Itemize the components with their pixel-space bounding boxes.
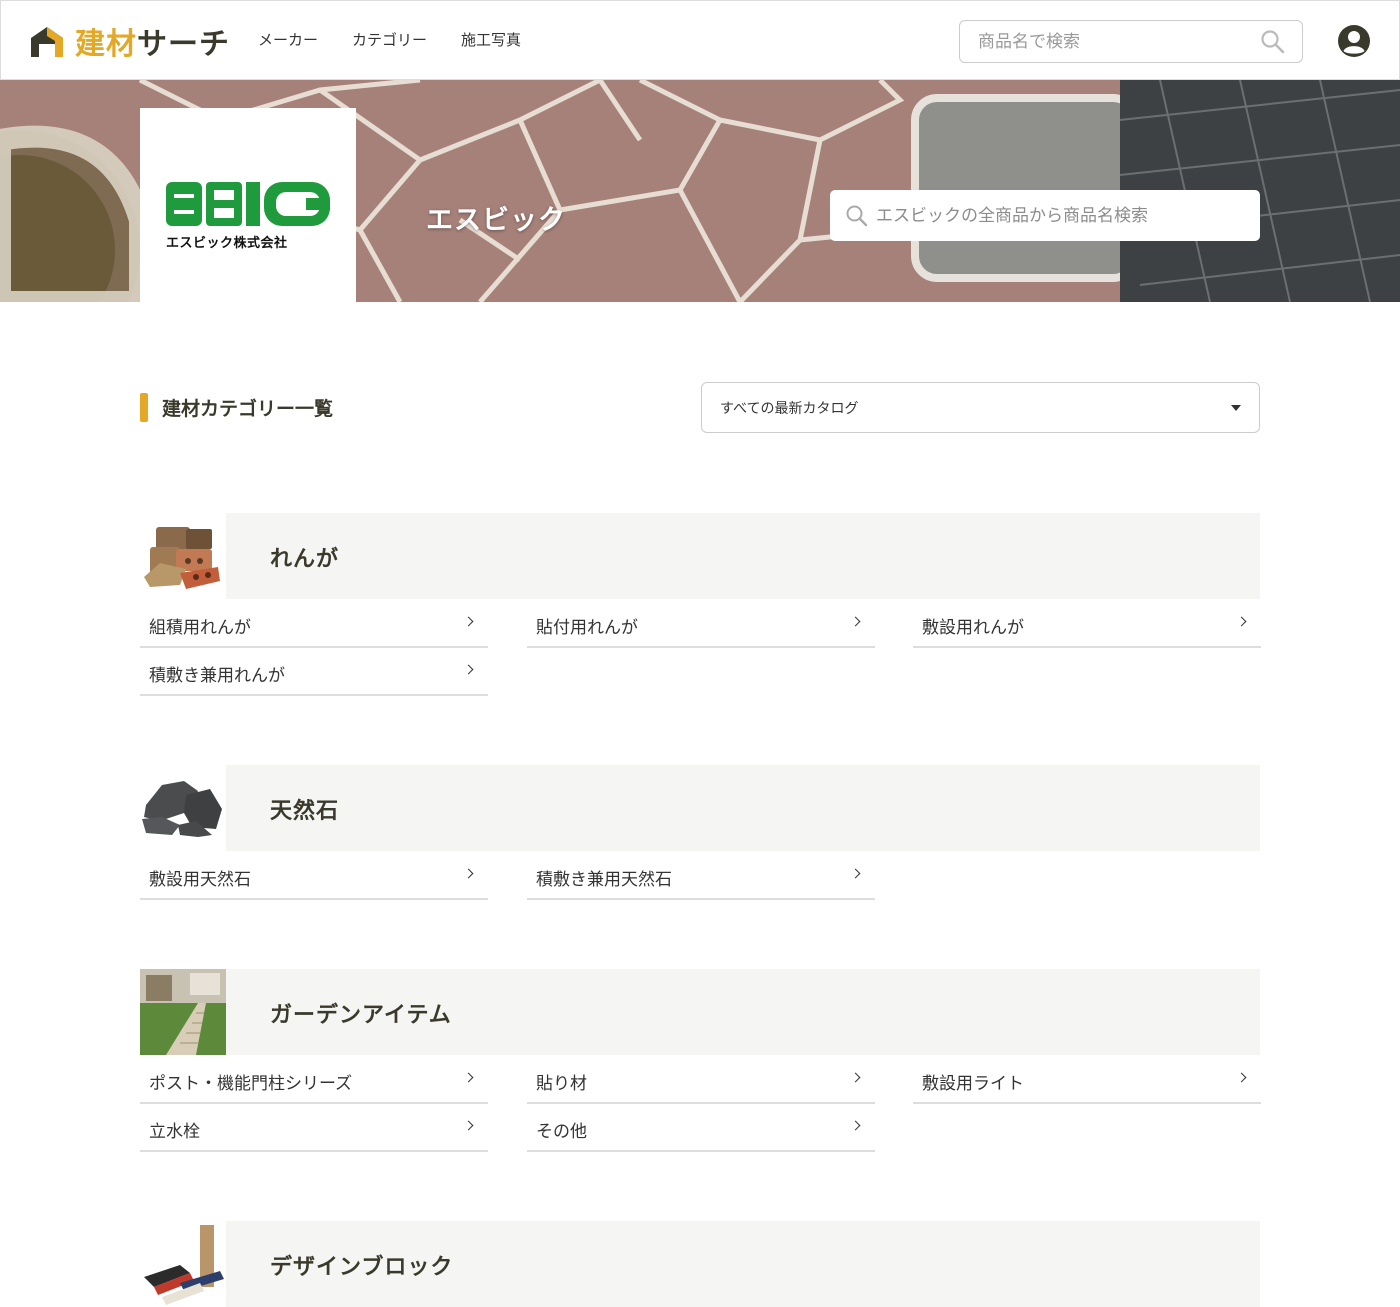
chevron-right-icon bbox=[463, 616, 474, 627]
chevron-right-icon bbox=[850, 616, 861, 627]
category-block-design-block: デザインブロック bbox=[140, 1221, 1260, 1307]
category-link-label: 貼付用れんが bbox=[536, 618, 638, 638]
header-search bbox=[959, 20, 1303, 63]
category-link-label: 貼り材 bbox=[536, 1074, 587, 1094]
category-link[interactable]: 敷設用天然石 bbox=[140, 851, 488, 900]
category-block-garden-items: ガーデンアイテム ポスト・機能門柱シリーズ 貼り材 敷設用ライト 立水栓 その他 bbox=[140, 969, 1261, 1152]
header-search-input[interactable] bbox=[960, 21, 1240, 62]
category-link[interactable]: ポスト・機能門柱シリーズ bbox=[140, 1055, 488, 1104]
chevron-right-icon bbox=[463, 868, 474, 879]
user-circle-icon[interactable] bbox=[1337, 24, 1371, 58]
category-thumbnail-garden bbox=[140, 969, 226, 1055]
category-thumbnail-stone bbox=[140, 765, 226, 851]
category-link[interactable]: 貼り材 bbox=[527, 1055, 875, 1104]
maker-name: エスビック bbox=[426, 205, 566, 236]
category-thumbnail-brick bbox=[140, 513, 226, 599]
chevron-right-icon bbox=[463, 664, 474, 675]
category-link[interactable]: 敷設用れんが bbox=[913, 599, 1261, 648]
category-list-title: 建材カテゴリー一覧 bbox=[162, 398, 334, 420]
category-link-label: 敷設用れんが bbox=[922, 618, 1024, 638]
maker-hero: エスビック株式会社 エスビック bbox=[0, 80, 1400, 302]
search-icon[interactable] bbox=[1260, 29, 1286, 55]
category-link-label: 積敷き兼用れんが bbox=[149, 666, 285, 686]
category-block-natural-stone: 天然石 敷設用天然石 積敷き兼用天然石 bbox=[140, 765, 1260, 900]
nav-category[interactable]: カテゴリー bbox=[352, 29, 427, 50]
nav-maker[interactable]: メーカー bbox=[258, 29, 318, 50]
category-link-label: 立水栓 bbox=[149, 1122, 200, 1142]
maker-search bbox=[830, 190, 1260, 241]
category-link[interactable]: 積敷き兼用天然石 bbox=[527, 851, 875, 900]
category-title: 天然石 bbox=[270, 799, 340, 824]
catalog-select-value: すべての最新カタログ bbox=[720, 401, 859, 417]
chevron-right-icon bbox=[850, 1072, 861, 1083]
chevron-right-icon bbox=[463, 1120, 474, 1131]
category-list-heading: 建材カテゴリー一覧 bbox=[140, 393, 333, 422]
nav-photos[interactable]: 施工写真 bbox=[461, 29, 521, 50]
category-header[interactable]: れんが bbox=[140, 513, 1260, 599]
chevron-right-icon bbox=[850, 1120, 861, 1131]
logo-text-accent: 建材 bbox=[75, 27, 137, 62]
category-link-label: 積敷き兼用天然石 bbox=[536, 870, 672, 890]
maker-logo-subtext: エスビック株式会社 bbox=[166, 236, 288, 251]
site-logo[interactable]: 建材サーチ bbox=[27, 19, 230, 63]
category-link-label: 敷設用ライト bbox=[922, 1074, 1024, 1094]
category-link-label: その他 bbox=[536, 1122, 587, 1142]
maker-logo-box: エスビック株式会社 bbox=[140, 108, 356, 302]
chevron-right-icon bbox=[1236, 1072, 1247, 1083]
logo-text-dark: サーチ bbox=[137, 27, 230, 62]
category-header[interactable]: 天然石 bbox=[140, 765, 1260, 851]
category-title: デザインブロック bbox=[270, 1255, 454, 1280]
main-nav: メーカー カテゴリー 施工写真 bbox=[258, 29, 555, 50]
category-link[interactable]: 貼付用れんが bbox=[527, 599, 875, 648]
chevron-right-icon bbox=[850, 868, 861, 879]
sbic-logo bbox=[166, 182, 330, 226]
site-header: 建材サーチ メーカー カテゴリー 施工写真 bbox=[0, 0, 1400, 80]
chevron-right-icon bbox=[1236, 616, 1247, 627]
category-link-label: ポスト・機能門柱シリーズ bbox=[149, 1074, 353, 1094]
category-link[interactable]: 敷設用ライト bbox=[913, 1055, 1261, 1104]
category-link[interactable]: その他 bbox=[527, 1103, 875, 1152]
category-block-renga: れんが 組積用れんが 貼付用れんが 敷設用れんが 積敷き兼用れんが bbox=[140, 513, 1261, 696]
caret-down-icon bbox=[1231, 405, 1241, 411]
category-link[interactable]: 組積用れんが bbox=[140, 599, 488, 648]
category-band bbox=[226, 765, 1260, 851]
logo-text: 建材サーチ bbox=[75, 19, 230, 63]
category-link[interactable]: 立水栓 bbox=[140, 1103, 488, 1152]
category-header[interactable]: デザインブロック bbox=[140, 1221, 1260, 1307]
category-link-label: 敷設用天然石 bbox=[149, 870, 251, 890]
heading-accent-bar bbox=[140, 393, 148, 422]
category-header[interactable]: ガーデンアイテム bbox=[140, 969, 1260, 1055]
category-link-label: 組積用れんが bbox=[149, 618, 251, 638]
category-title: ガーデンアイテム bbox=[270, 1003, 452, 1028]
category-thumbnail-block bbox=[140, 1221, 226, 1307]
search-icon bbox=[846, 205, 868, 227]
chevron-right-icon bbox=[463, 1072, 474, 1083]
house-icon bbox=[31, 27, 63, 57]
category-link[interactable]: 積敷き兼用れんが bbox=[140, 647, 488, 696]
maker-search-input[interactable] bbox=[876, 190, 1246, 241]
category-title: れんが bbox=[270, 547, 340, 572]
catalog-select[interactable]: すべての最新カタログ bbox=[701, 382, 1260, 433]
category-band bbox=[226, 513, 1260, 599]
